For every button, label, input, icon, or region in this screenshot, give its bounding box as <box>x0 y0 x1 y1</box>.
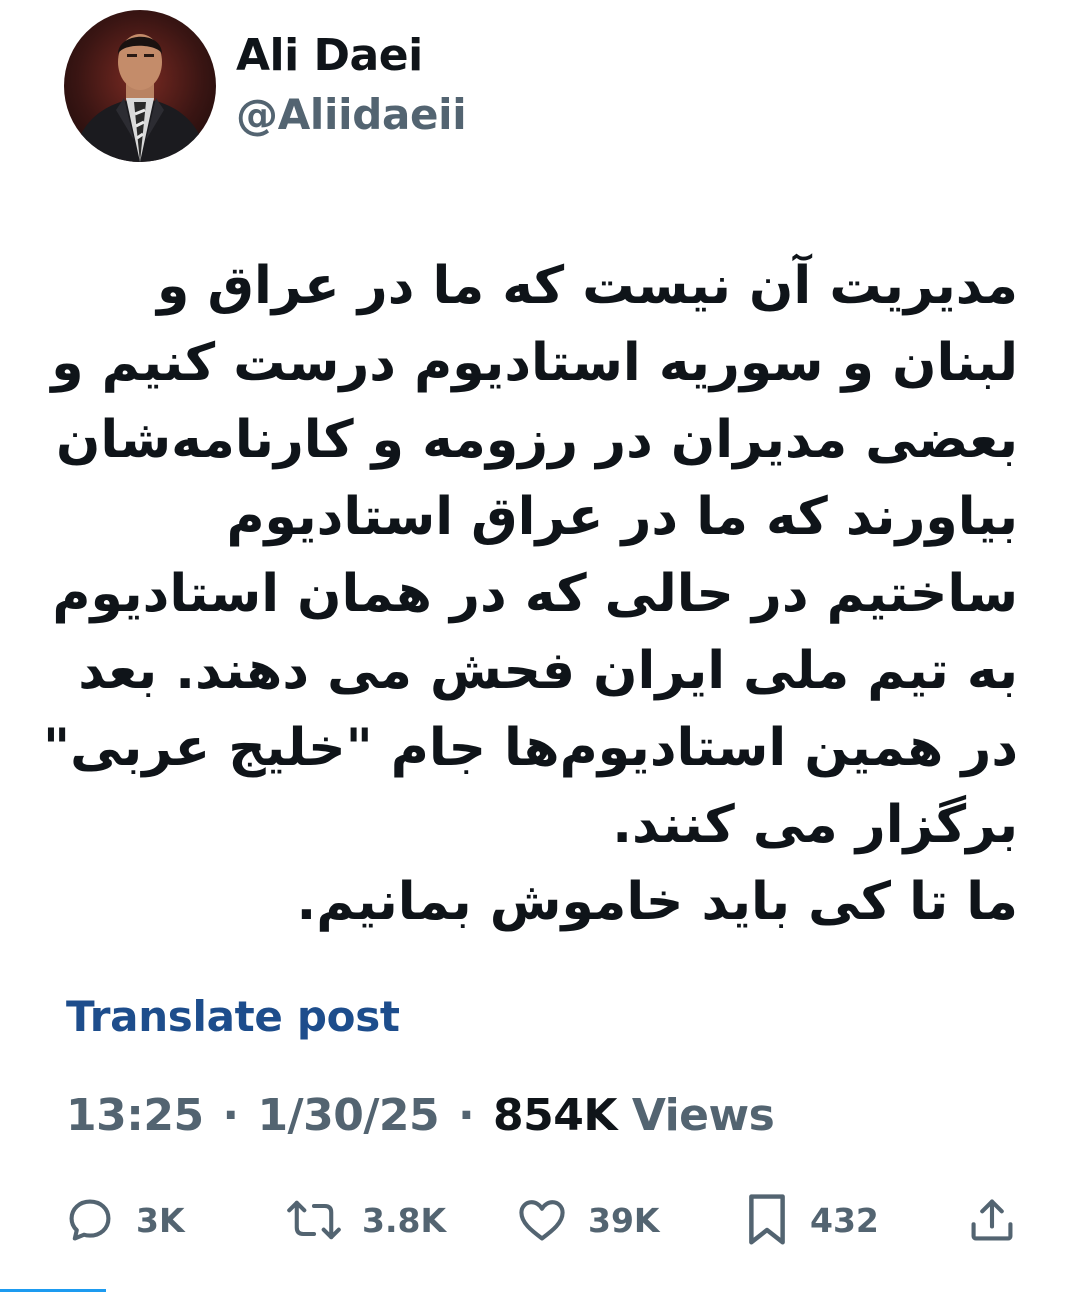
post-text-line: لبنان و سوریه استادیوم درست کنیم و <box>51 333 1018 393</box>
post-time[interactable]: 13:25 <box>66 1090 204 1141</box>
meta-separator: · <box>457 1090 475 1141</box>
post-text-line: ساختیم در حالی که در همان استادیوم <box>52 564 1018 624</box>
post-text-line: برگزار می کنند. <box>612 795 1018 855</box>
avatar-image <box>72 34 208 162</box>
heart-icon <box>519 1200 565 1241</box>
reply-button[interactable]: 3K <box>64 1190 185 1250</box>
bookmark-count: 432 <box>810 1200 879 1240</box>
repost-count: 3.8K <box>362 1200 447 1240</box>
action-bar: 3K 3.8K 39K 432 <box>0 1190 1080 1250</box>
share-icon <box>971 1199 1013 1241</box>
translate-post-link[interactable]: Translate post <box>66 992 400 1041</box>
avatar[interactable] <box>64 10 216 162</box>
author-display-name[interactable]: Ali Daei <box>236 30 423 81</box>
reply-icon <box>69 1199 111 1241</box>
post-metadata: 13:25 · 1/30/25 · 854K Views <box>66 1090 775 1141</box>
post-text-line: به تیم ملی ایران فحش می دهند. بعد <box>78 641 1018 701</box>
post-text-line: مدیریت آن نیست که ما در عراق و <box>157 256 1018 316</box>
post-text-line: در همین استادیوم‌ها جام "خلیج عربی" <box>43 718 1018 778</box>
like-button[interactable]: 39K <box>516 1190 660 1250</box>
views-label: Views <box>631 1090 775 1141</box>
author-handle[interactable]: @Aliidaeii <box>236 90 467 139</box>
post-text-line: ما تا کی باید خاموش بمانیم. <box>296 872 1019 932</box>
repost-button[interactable]: 3.8K <box>286 1190 446 1250</box>
bookmark-button[interactable]: 432 <box>744 1190 879 1250</box>
post-text-line: بعضی مدیران در رزومه و کارنامه‌شان <box>56 410 1018 470</box>
post-date[interactable]: 1/30/25 <box>257 1090 439 1141</box>
like-count: 39K <box>588 1200 660 1240</box>
repost-icon <box>287 1200 341 1240</box>
bookmark-icon <box>749 1194 785 1245</box>
views-count: 854K <box>493 1090 617 1141</box>
post-text: مدیریت آن نیست که ما در عراق و لبنان و س… <box>43 248 1019 941</box>
reply-count: 3K <box>136 1200 185 1240</box>
meta-separator: · <box>222 1090 239 1141</box>
post-text-line: بیاورند که ما در عراق استادیوم <box>226 487 1018 547</box>
share-button[interactable] <box>966 1190 1018 1250</box>
